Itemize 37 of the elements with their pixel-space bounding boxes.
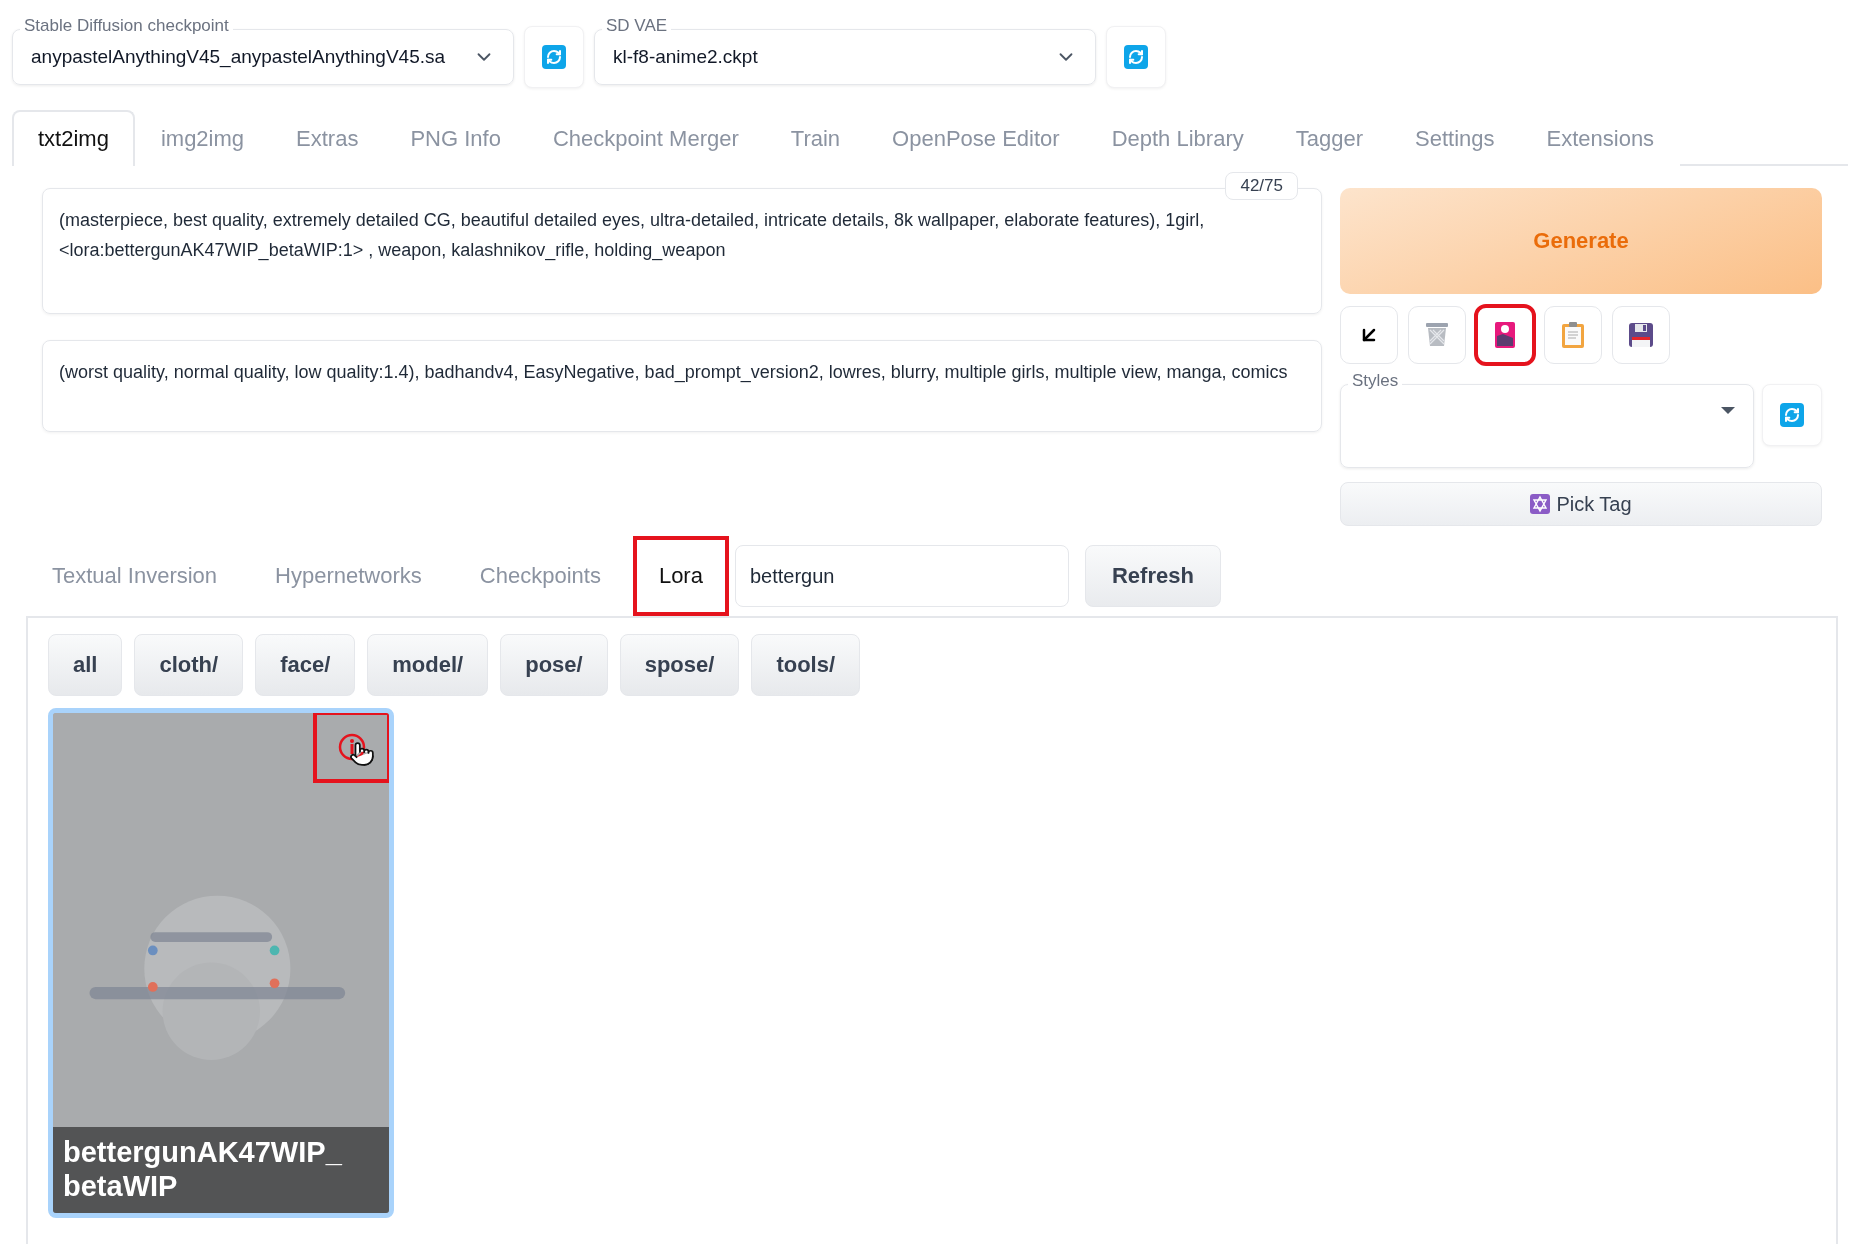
search-field[interactable]: bettergun [734, 545, 1069, 607]
tab[interactable]: txt2img [12, 110, 135, 166]
hand-cursor-icon [349, 741, 375, 767]
lora-card[interactable]: bettergunAK47WIP_betaWIP [48, 708, 394, 1218]
negative-prompt-field[interactable]: (worst quality, normal quality, low quality:1.4), badhandv4, EasyNegative, bad_prompt_version2, lowres, blurry, multiple girls, multiple view, manga, comics [42, 340, 1322, 432]
caret-icon [1721, 407, 1735, 414]
field-label: Stable Diffusion checkpoint [20, 16, 233, 36]
dropdown-value: kl-f8-anime2.ckpt [613, 46, 758, 68]
folder-button[interactable]: spose/ [619, 634, 740, 696]
network-tab[interactable]: Lora [632, 536, 729, 616]
info-button[interactable] [313, 713, 389, 783]
info-icon [338, 733, 366, 761]
refresh-button[interactable] [524, 26, 584, 88]
trash-icon [1425, 322, 1449, 348]
tool-button[interactable] [1476, 306, 1534, 364]
field-label: Styles [1348, 371, 1403, 391]
folder-button[interactable]: all [48, 634, 123, 696]
refresh-button[interactable]: Refresh [1084, 545, 1221, 607]
folder-button[interactable]: cloth/ [134, 634, 244, 696]
refresh-button[interactable] [1106, 26, 1166, 88]
star-icon [1530, 494, 1551, 514]
tool-button[interactable] [1612, 306, 1670, 364]
tool-button[interactable] [1340, 306, 1398, 364]
refresh-icon [1124, 45, 1148, 69]
picture-icon [1495, 322, 1515, 348]
refresh-icon [1780, 403, 1804, 427]
dropdown-value: anypastelAnythingV45_anypastelAnythingV45.sa [31, 46, 446, 68]
folder-button[interactable]: pose/ [500, 634, 608, 696]
clipboard-icon [1562, 322, 1584, 348]
folder-button[interactable]: tools/ [751, 634, 861, 696]
folder-button[interactable]: face/ [255, 634, 356, 696]
folder-button[interactable]: model/ [367, 634, 489, 696]
refresh-button[interactable] [1762, 384, 1822, 446]
pick-tag-button[interactable]: Pick Tag [1340, 482, 1822, 526]
token-counter: 42/75 [1225, 172, 1298, 200]
card-title: bettergunAK47WIP_betaWIP [53, 1127, 389, 1213]
refresh-icon [542, 45, 566, 69]
